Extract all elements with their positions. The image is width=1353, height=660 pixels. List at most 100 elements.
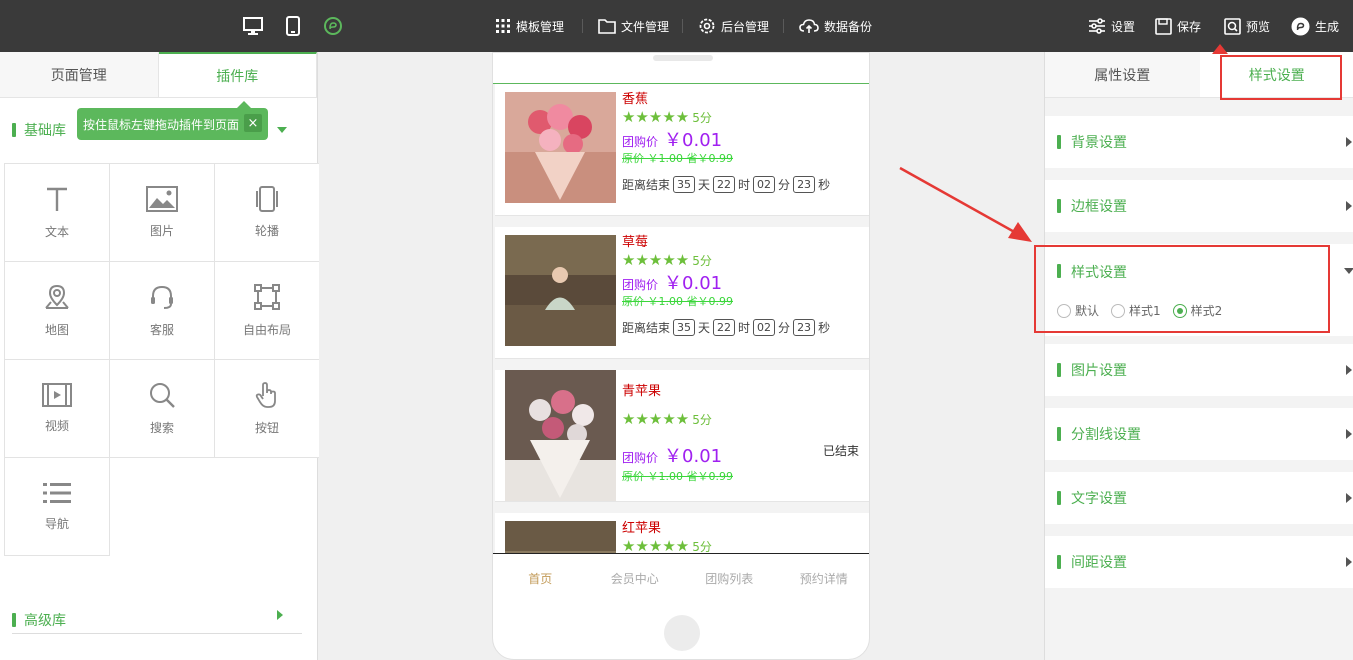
radio-style-2[interactable]: 样式2 xyxy=(1172,302,1222,319)
price-row: 团购价 ￥0.01 xyxy=(622,130,723,151)
grid-icon xyxy=(495,18,511,34)
phone-home-button xyxy=(664,615,700,651)
chevron-down-icon xyxy=(277,127,287,133)
plugin-free-layout[interactable]: 自由布局 xyxy=(214,261,320,360)
countdown: 距离结束 35 天 22 时 02 分 23 秒 xyxy=(622,319,831,336)
rating-stars: ★★★★★ 5分 xyxy=(622,537,712,553)
original-price: 原价 ￥1.00 省￥0.99 xyxy=(622,295,733,308)
file-icon xyxy=(598,18,616,34)
radio-style-1[interactable]: 样式1 xyxy=(1111,302,1161,319)
product-image xyxy=(505,235,616,346)
desktop-icon[interactable] xyxy=(243,0,263,52)
plugin-navigation[interactable]: 导航 xyxy=(4,457,110,556)
product-name: 香蕉 xyxy=(622,92,649,107)
chevron-right-icon xyxy=(1346,137,1352,147)
close-icon[interactable]: × xyxy=(244,114,262,132)
product-image xyxy=(505,92,616,203)
generate-button[interactable]: 生成 xyxy=(1291,0,1339,52)
settings-panel: 属性设置 样式设置 背景设置 边框设置 样式设置 默认 样式1 样式2 图片设置… xyxy=(1044,52,1353,660)
list-icon xyxy=(43,483,71,503)
phone-screen[interactable]: 香蕉 ★★★★★ 5分 团购价 ￥0.01 原价 ￥1.00 省￥0.99 距离结… xyxy=(493,83,869,553)
right-tabs: 属性设置 样式设置 xyxy=(1045,52,1353,98)
annotation-arrowhead-icon xyxy=(1212,44,1228,54)
original-price: 原价 ￥1.00 省￥0.99 xyxy=(622,152,733,165)
tab-page-manage[interactable]: 页面管理 xyxy=(0,52,159,97)
video-icon xyxy=(42,383,72,407)
advanced-library-header[interactable]: 高级库 xyxy=(12,606,302,634)
menu-template-manage[interactable]: 模板管理 xyxy=(495,0,564,52)
chevron-right-icon xyxy=(277,610,283,620)
section-background-settings[interactable]: 背景设置 xyxy=(1045,116,1353,168)
product-name: 草莓 xyxy=(622,235,649,250)
countdown: 距离结束 35 天 22 时 02 分 23 秒 xyxy=(622,176,831,193)
save-button[interactable]: 保存 xyxy=(1155,0,1201,52)
section-divider-settings[interactable]: 分割线设置 xyxy=(1045,408,1353,460)
plugin-video[interactable]: 视频 xyxy=(4,359,110,458)
plugin-map[interactable]: 地图 xyxy=(4,261,110,360)
style-radio-group: 默认 样式1 样式2 xyxy=(1057,302,1222,319)
settings-button[interactable]: 设置 xyxy=(1088,0,1135,52)
product-image xyxy=(505,521,616,553)
tab-plugin-library[interactable]: 插件库 xyxy=(158,52,317,97)
product-card[interactable]: 红苹果 ★★★★★ 5分 xyxy=(495,513,869,553)
plugin-search[interactable]: 搜索 xyxy=(109,359,215,458)
radio-style-default[interactable]: 默认 xyxy=(1057,302,1099,319)
headset-icon xyxy=(151,285,173,309)
chevron-right-icon xyxy=(1346,201,1352,211)
chevron-right-icon xyxy=(1346,429,1352,439)
chevron-right-icon xyxy=(1346,365,1352,375)
plugin-panel: 页面管理 插件库 基础库 按住鼠标左键拖动插件到页面 × 文本 图片 轮播 地图… xyxy=(0,52,320,660)
search-icon xyxy=(150,383,175,408)
original-price: 原价 ￥1.00 省￥0.99 xyxy=(622,470,733,483)
product-card[interactable]: 草莓 ★★★★★ 5分 团购价 ￥0.01 原价 ￥1.00 省￥0.99 距离结… xyxy=(495,227,869,359)
rating-stars: ★★★★★ 5分 xyxy=(622,108,712,126)
nav-group-buy-list[interactable]: 团购列表 xyxy=(682,554,777,603)
mobile-icon[interactable] xyxy=(286,0,300,52)
nav-member-center[interactable]: 会员中心 xyxy=(588,554,683,603)
cloud-upload-icon xyxy=(799,18,819,34)
plugin-customer-service[interactable]: 客服 xyxy=(109,261,215,360)
preview-icon xyxy=(1224,17,1241,35)
product-name: 红苹果 xyxy=(622,521,662,536)
product-image xyxy=(505,370,616,501)
save-icon xyxy=(1155,17,1172,35)
section-border-settings[interactable]: 边框设置 xyxy=(1045,180,1353,232)
menu-data-backup[interactable]: 数据备份 xyxy=(799,0,872,52)
left-tabs: 页面管理 插件库 xyxy=(0,52,317,98)
price-row: 团购价 ￥0.01 xyxy=(622,273,723,294)
image-icon xyxy=(146,186,178,212)
plugin-carousel[interactable]: 轮播 xyxy=(214,163,320,262)
phone-bottom-nav: 首页 会员中心 团购列表 预约详情 xyxy=(493,553,870,603)
nav-home[interactable]: 首页 xyxy=(493,554,588,603)
phone-speaker xyxy=(653,55,713,61)
product-card[interactable]: 青苹果 ★★★★★ 5分 团购价 ￥0.01 原价 ￥1.00 省￥0.99 已结… xyxy=(495,370,869,502)
tab-style-settings[interactable]: 样式设置 xyxy=(1199,52,1353,97)
chevron-down-icon xyxy=(1344,268,1353,274)
chevron-right-icon xyxy=(1346,493,1352,503)
plugin-button[interactable]: 按钮 xyxy=(214,359,320,458)
canvas-area: 香蕉 ★★★★★ 5分 团购价 ￥0.01 原价 ￥1.00 省￥0.99 距离结… xyxy=(319,52,1044,660)
tab-property-settings[interactable]: 属性设置 xyxy=(1045,52,1200,97)
menu-file-manage[interactable]: 文件管理 xyxy=(598,0,669,52)
plugin-image[interactable]: 图片 xyxy=(109,163,215,262)
section-text-settings[interactable]: 文字设置 xyxy=(1045,472,1353,524)
drag-hint-tooltip: 按住鼠标左键拖动插件到页面 × xyxy=(77,101,268,140)
section-style-settings[interactable]: 样式设置 默认 样式1 样式2 xyxy=(1045,244,1353,336)
rating-stars: ★★★★★ 5分 xyxy=(622,410,712,428)
phone-preview: 香蕉 ★★★★★ 5分 团购价 ￥0.01 原价 ￥1.00 省￥0.99 距离结… xyxy=(492,52,870,660)
map-pin-icon xyxy=(45,284,69,309)
section-spacing-settings[interactable]: 间距设置 xyxy=(1045,536,1353,588)
product-card[interactable]: 香蕉 ★★★★★ 5分 团购价 ￥0.01 原价 ￥1.00 省￥0.99 距离结… xyxy=(495,84,869,216)
plugin-text[interactable]: 文本 xyxy=(4,163,110,262)
menu-backend-manage[interactable]: 后台管理 xyxy=(698,0,769,52)
preview-button[interactable]: 预览 xyxy=(1224,0,1270,52)
section-image-settings[interactable]: 图片设置 xyxy=(1045,344,1353,396)
mini-program-icon[interactable] xyxy=(323,0,343,52)
product-name: 青苹果 xyxy=(622,384,662,399)
sliders-icon xyxy=(1088,18,1106,34)
free-layout-icon xyxy=(254,284,280,310)
rating-stars: ★★★★★ 5分 xyxy=(622,251,712,269)
gear-icon xyxy=(698,17,716,35)
nav-booking-detail[interactable]: 预约详情 xyxy=(777,554,870,603)
top-toolbar: 模板管理 文件管理 后台管理 数据备份 设置 保存 预览 生成 xyxy=(0,0,1353,52)
